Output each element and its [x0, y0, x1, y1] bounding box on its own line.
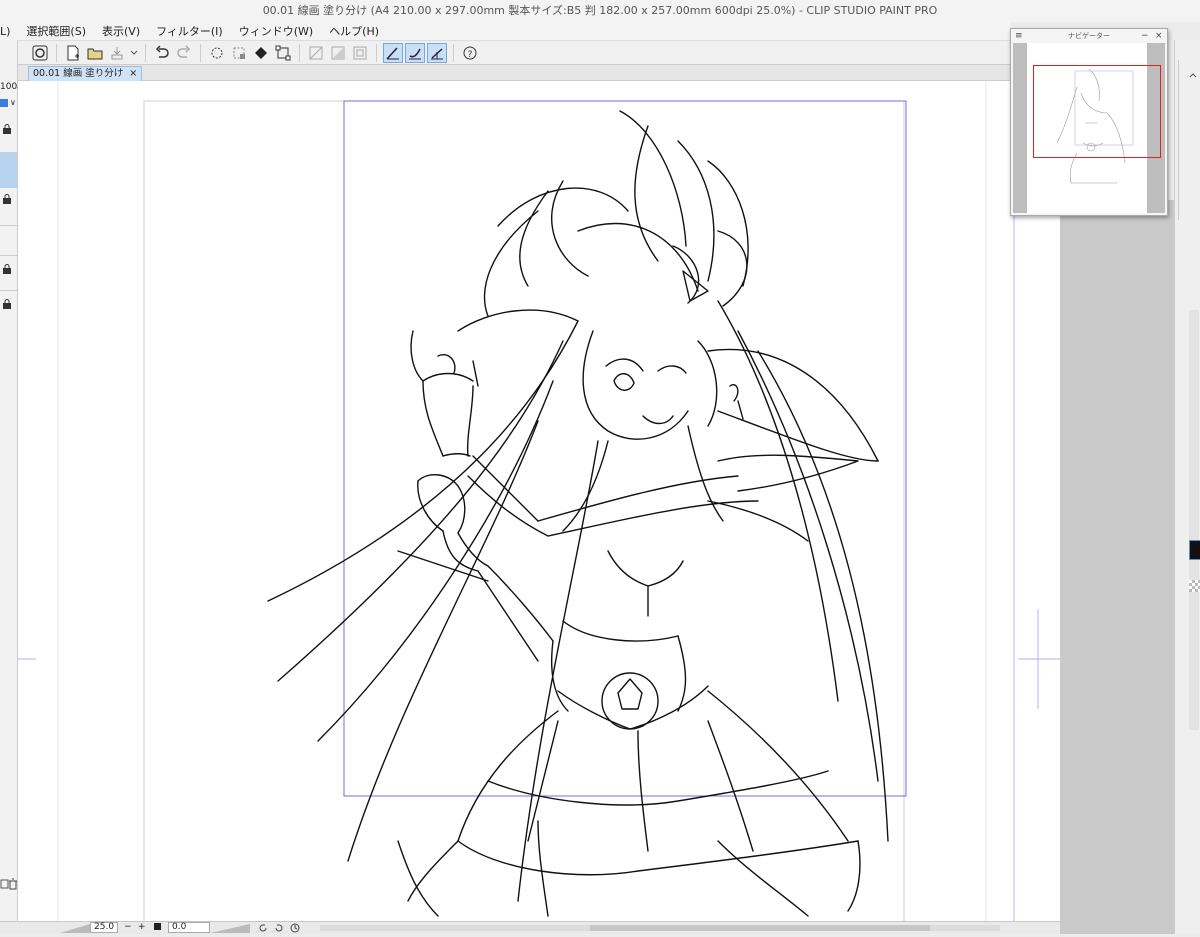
- horizontal-scroll-thumb[interactable]: [590, 925, 930, 931]
- status-bar: 25.0 − + 0.0: [0, 921, 1060, 934]
- scroll-thumb[interactable]: [1189, 310, 1199, 730]
- navigator-view-frame[interactable]: [1033, 65, 1161, 158]
- color-swatch-icon: [0, 98, 8, 107]
- menu-bar: L) 選択範囲(S) 表示(V) フィルター(I) ウィンドウ(W) ヘルプ(H…: [0, 22, 1010, 40]
- close-icon[interactable]: ×: [1155, 29, 1163, 43]
- toolbar-separator: [145, 43, 146, 62]
- rotate-left-icon[interactable]: [258, 923, 268, 933]
- right-dock: [1174, 40, 1200, 934]
- close-icon[interactable]: ×: [129, 67, 137, 81]
- zoom-in-button[interactable]: +: [138, 922, 146, 932]
- stop-icon[interactable]: [154, 923, 161, 930]
- crop-icon[interactable]: [306, 43, 326, 63]
- navigator-window[interactable]: ≡ ナビゲーター − ×: [1010, 28, 1168, 216]
- angle-slider-track[interactable]: [210, 922, 250, 934]
- layer-divider: [0, 255, 17, 256]
- menu-item-window[interactable]: ウィンドウ(W): [231, 23, 321, 39]
- svg-text:?: ?: [468, 50, 473, 60]
- chevron-down-icon[interactable]: [129, 43, 139, 63]
- redo-icon[interactable]: [174, 43, 194, 63]
- vertical-scrollbar[interactable]: [1178, 60, 1188, 220]
- menu-item-help[interactable]: ヘルプ(H): [321, 23, 387, 39]
- transparent-swatch[interactable]: [1189, 580, 1200, 592]
- command-bar: ?: [0, 40, 1010, 65]
- menu-item-filter[interactable]: フィルター(I): [148, 23, 231, 39]
- opacity-field[interactable]: 100◇: [0, 82, 23, 92]
- window-title-bar: 00.01 線画 塗り分け (A4 210.00 x 297.00mm 製本サイ…: [0, 0, 1200, 22]
- clear-selection-icon[interactable]: [229, 43, 249, 63]
- blend-mode-select[interactable]: ∨: [0, 98, 17, 107]
- rotate-right-icon[interactable]: [274, 923, 284, 933]
- navigator-title: ナビゲーター: [1068, 32, 1110, 40]
- snap-special-icon[interactable]: [427, 42, 447, 63]
- reset-rotation-icon[interactable]: [290, 923, 300, 933]
- layer-divider: [0, 225, 17, 226]
- menu-icon[interactable]: ≡: [1015, 29, 1023, 43]
- zoom-slider-track[interactable]: [60, 922, 90, 934]
- zoom-out-button[interactable]: −: [124, 922, 132, 932]
- tab-document[interactable]: 00.01 線画 塗り分け ×: [28, 66, 143, 81]
- undo-icon[interactable]: [152, 43, 172, 63]
- angle-field[interactable]: 0.0: [168, 922, 210, 933]
- toolbar-separator: [200, 43, 201, 62]
- drawing-canvas[interactable]: [18, 81, 1060, 921]
- toolbar-separator: [376, 43, 377, 62]
- window-title: 00.01 線画 塗り分け (A4 210.00 x 297.00mm 製本サイ…: [262, 4, 938, 17]
- navigator-preview[interactable]: [1013, 43, 1165, 213]
- clip-studio-icon[interactable]: [30, 43, 50, 63]
- snap-grid-icon[interactable]: [405, 42, 425, 63]
- lock-icon[interactable]: [2, 299, 12, 309]
- lock-icon[interactable]: [2, 124, 12, 134]
- document-tab-bar: 00.01 線画 塗り分け ×: [18, 65, 1010, 81]
- save-icon[interactable]: [107, 43, 127, 63]
- layer-panel-edge: 100◇ ∨: [0, 40, 23, 934]
- navigator-title-bar[interactable]: ≡ ナビゲーター − ×: [1011, 29, 1167, 43]
- horizontal-scrollbar[interactable]: [320, 925, 1000, 931]
- canvas-scroll-region[interactable]: [1060, 200, 1174, 934]
- new-file-icon[interactable]: [63, 43, 83, 63]
- canvas-artwork[interactable]: [18, 81, 1060, 921]
- lock-icon[interactable]: [2, 264, 12, 274]
- grid-toggle-icon[interactable]: [328, 43, 348, 63]
- status-left-gap: [0, 922, 18, 934]
- menu-item-view[interactable]: 表示(V): [94, 23, 148, 39]
- trash-icon[interactable]: [8, 878, 18, 890]
- toolbar-separator: [56, 43, 57, 62]
- zoom-field[interactable]: 25.0: [90, 922, 119, 933]
- minimize-icon[interactable]: −: [1141, 29, 1149, 43]
- open-file-icon[interactable]: [85, 43, 105, 63]
- chevron-down-icon[interactable]: ∨: [10, 98, 16, 107]
- clear-icon[interactable]: [207, 43, 227, 63]
- layer-divider: [0, 155, 17, 156]
- scroll-arrow-up-icon[interactable]: [1189, 70, 1197, 80]
- color-swatch-main[interactable]: [1189, 540, 1200, 560]
- toolbar-separator: [299, 43, 300, 62]
- transform-icon[interactable]: [273, 43, 293, 63]
- menu-item-selection[interactable]: 選択範囲(S): [18, 23, 94, 39]
- opacity-value: 100: [0, 82, 18, 92]
- menu-item-layer[interactable]: L): [0, 25, 18, 38]
- fill-icon[interactable]: [251, 43, 271, 63]
- tab-label: 00.01 線画 塗り分け: [33, 68, 124, 79]
- snap-ruler-icon[interactable]: [383, 42, 403, 63]
- lock-icon[interactable]: [2, 194, 12, 204]
- frame-icon[interactable]: [350, 43, 370, 63]
- toolbar-separator: [453, 43, 454, 62]
- layer-row-selected[interactable]: [0, 152, 17, 188]
- help-icon[interactable]: ?: [460, 43, 480, 63]
- layer-divider: [0, 290, 17, 291]
